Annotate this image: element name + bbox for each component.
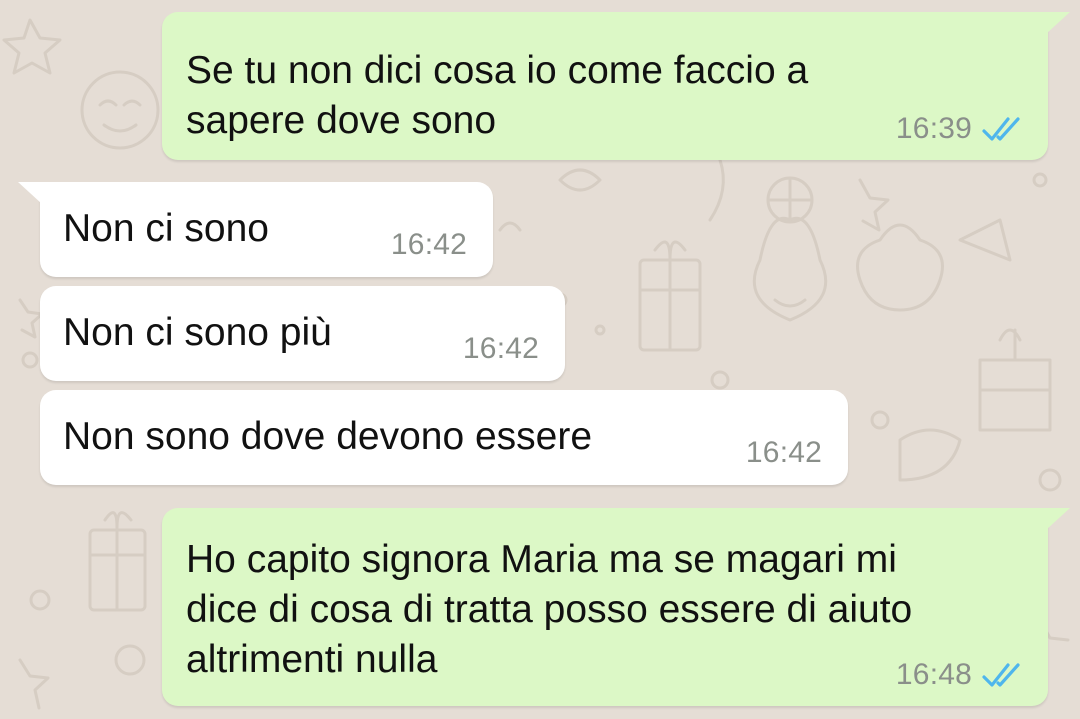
bubble-tail (1046, 12, 1070, 34)
message-meta: 16:48 (896, 658, 1026, 692)
outgoing-message[interactable]: Ho capito signora Maria ma se magari mi … (162, 508, 1070, 706)
message-text: Non sono dove devono essere (63, 415, 593, 458)
incoming-message[interactable]: Non ci sono più 16:42 (40, 286, 565, 381)
outgoing-message[interactable]: Se tu non dici cosa io come faccio a sap… (162, 12, 1070, 160)
incoming-message[interactable]: Non ci sono 16:42 (18, 182, 493, 277)
double-check-read-icon (982, 663, 1020, 687)
double-check-read-icon (982, 117, 1020, 141)
bubble-tail (18, 182, 42, 204)
message-text: Ho capito signora Maria ma se magari mi … (186, 538, 913, 681)
message-meta: 16:42 (391, 228, 467, 262)
message-time: 16:48 (895, 658, 972, 691)
message-time: 16:42 (745, 436, 822, 469)
bubble-tail (1046, 508, 1070, 530)
message-text: Non ci sono (63, 207, 269, 250)
message-meta: 16:42 (746, 436, 822, 470)
message-text: Non ci sono più (63, 311, 332, 354)
message-text: Se tu non dici cosa io come faccio a sap… (186, 49, 809, 142)
incoming-message[interactable]: Non sono dove devono essere 16:42 (40, 390, 848, 485)
message-meta: 16:39 (896, 112, 1026, 146)
message-time: 16:42 (462, 332, 539, 365)
message-time: 16:42 (390, 228, 467, 261)
message-time: 16:39 (895, 112, 972, 145)
message-meta: 16:42 (463, 332, 539, 366)
